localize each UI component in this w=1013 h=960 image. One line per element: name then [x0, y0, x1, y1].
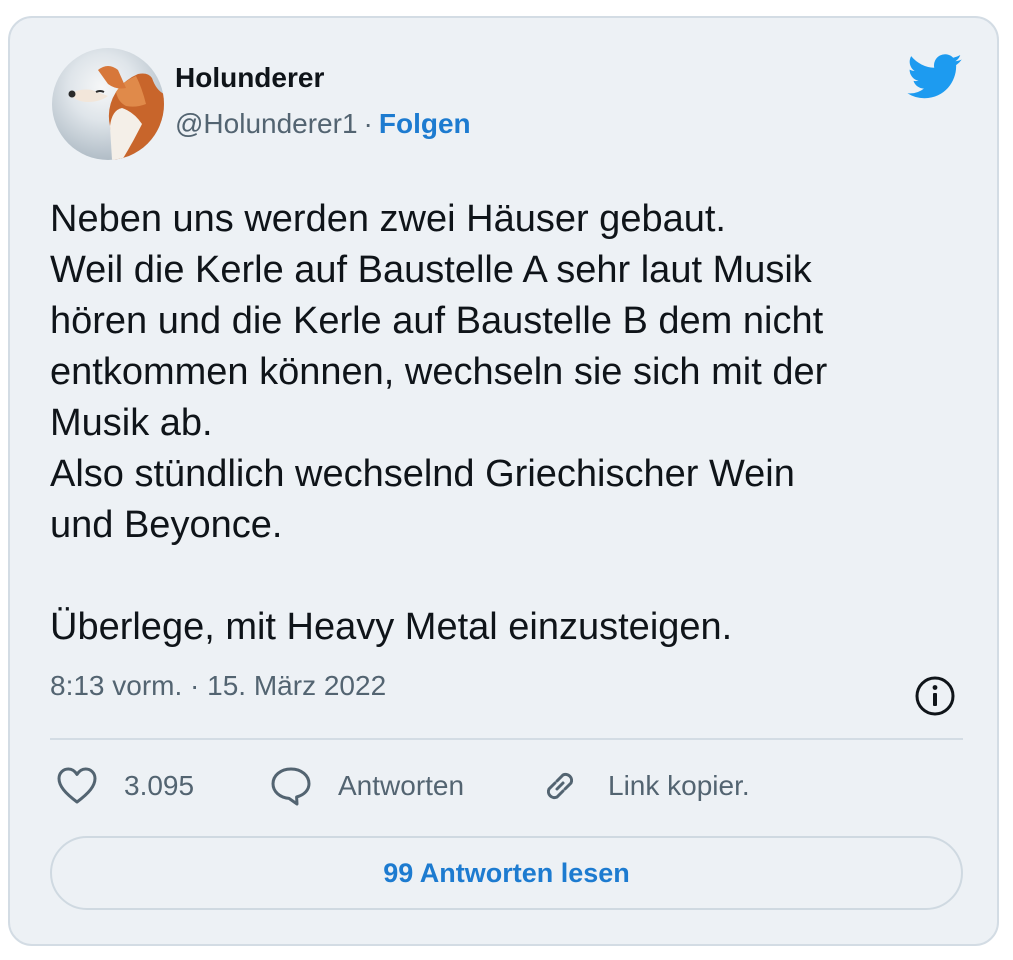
- follow-button[interactable]: Folgen: [379, 108, 471, 139]
- reply-label: Antworten: [338, 770, 465, 801]
- info-icon[interactable]: [913, 674, 957, 718]
- avatar[interactable]: [52, 48, 164, 160]
- link-icon: [546, 772, 574, 800]
- tweet-text: Neben uns werden zwei Häuser gebaut. Wei…: [50, 194, 950, 653]
- like-button[interactable]: 3.095: [56, 764, 194, 808]
- tweet-line: Neben uns werden zwei Häuser gebaut.: [50, 198, 726, 240]
- tweet-line: Musik ab.: [50, 402, 213, 444]
- tweet-line: Also stündlich wechselnd Griechischer We…: [50, 453, 795, 495]
- like-count: 3.095: [124, 770, 195, 801]
- tweet-card: Holunderer @Holunderer1 · Folgen Neben uns…: [8, 16, 999, 946]
- tweet-line: und Beyonce.: [50, 504, 283, 546]
- author-name[interactable]: Holunderer: [175, 62, 324, 94]
- speech-bubble-icon: [271, 767, 311, 806]
- tweet-line: hören und die Kerle auf Baustelle B dem …: [50, 300, 824, 342]
- divider: [50, 738, 963, 740]
- reply-button[interactable]: Antworten: [270, 764, 464, 808]
- tweet-line: [50, 551, 950, 602]
- tweet-timestamp[interactable]: 8:13 vorm. · 15. März 2022: [50, 670, 386, 702]
- author-handle-row: @Holunderer1 · Folgen: [175, 108, 471, 140]
- read-replies-label: 99 Antworten lesen: [383, 857, 630, 888]
- twitter-bird-icon[interactable]: [907, 54, 963, 100]
- copy-link-label: Link kopier.: [608, 770, 750, 801]
- heart-icon: [57, 767, 97, 804]
- tweet-line: entkommen können, wechseln sie sich mit …: [50, 351, 828, 393]
- tweet-line: Überlege, mit Heavy Metal einzusteigen.: [50, 606, 733, 648]
- tweet-line: Weil die Kerle auf Baustelle A sehr laut…: [50, 249, 812, 291]
- author-handle[interactable]: @Holunderer1: [175, 108, 358, 139]
- copy-link-button[interactable]: Link kopier.: [538, 764, 750, 808]
- read-replies-button[interactable]: 99 Antworten lesen: [50, 836, 963, 910]
- separator-dot: ·: [363, 108, 373, 139]
- fox-avatar-image: [68, 66, 164, 160]
